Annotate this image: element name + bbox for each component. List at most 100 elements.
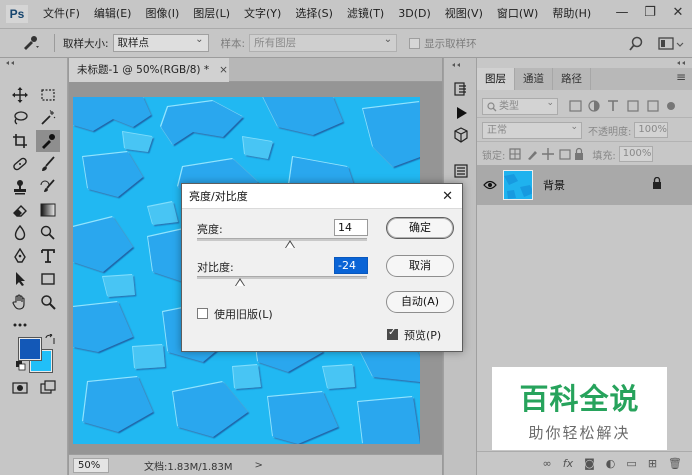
healing-brush-tool[interactable] [8, 153, 32, 175]
menu-edit[interactable]: 编辑(E) [87, 0, 139, 28]
gradient-tool[interactable] [36, 199, 60, 221]
new-layer-icon[interactable]: ⊞ [648, 457, 657, 470]
menu-select[interactable]: 选择(S) [288, 0, 340, 28]
history-icon [454, 82, 466, 96]
quick-mask-button[interactable] [8, 377, 32, 399]
toolbox-collapse-arrows[interactable] [4, 60, 64, 66]
rectangle-shape-icon [41, 273, 55, 285]
path-selection-tool[interactable] [8, 268, 32, 290]
tab-layers[interactable]: 图层 [477, 68, 515, 90]
auto-button[interactable]: 自动(A) [386, 291, 454, 313]
history-panel-button[interactable] [450, 78, 472, 100]
workspace-switcher-icon[interactable] [658, 36, 684, 52]
cancel-button[interactable]: 取消 [386, 255, 454, 277]
delete-layer-icon[interactable]: 🗑 [668, 457, 682, 470]
contrast-slider-track[interactable] [197, 276, 367, 279]
layer-row[interactable]: 背景 [477, 165, 692, 205]
menu-image[interactable]: 图像(I) [138, 0, 186, 28]
brush-icon [42, 156, 55, 171]
menu-file[interactable]: 文件(F) [36, 0, 87, 28]
opacity-field[interactable]: 100% [634, 122, 669, 138]
dialog-title-bar[interactable]: 亮度/对比度 ✕ [182, 184, 462, 209]
dodge-tool[interactable] [36, 222, 60, 244]
shape-tool[interactable] [36, 268, 60, 290]
add-mask-icon[interactable]: ◙ [584, 457, 595, 470]
swap-colors-icon[interactable] [44, 334, 56, 346]
close-window-button[interactable]: ✕ [664, 0, 692, 28]
minimize-button[interactable]: — [608, 0, 636, 28]
fill-field[interactable]: 100% [618, 146, 653, 162]
hand-tool[interactable] [8, 291, 32, 313]
layer-filter-icons[interactable] [568, 99, 678, 113]
close-document-icon[interactable]: × [219, 64, 228, 76]
link-layers-icon[interactable]: ∞ [543, 457, 552, 470]
watermark-subtitle: 助你轻松解决 [528, 424, 631, 442]
blur-tool[interactable] [8, 222, 32, 244]
panel-menu-icon[interactable]: ≡ [676, 70, 686, 84]
clone-stamp-tool[interactable] [8, 176, 32, 198]
menu-filter[interactable]: 滤镜(T) [340, 0, 391, 28]
document-tab[interactable]: 未标题-1 @ 50%(RGB/8) * × [69, 58, 229, 82]
sample-select[interactable]: 所有图层 [249, 32, 398, 52]
menu-3d[interactable]: 3D(D) [391, 0, 438, 28]
zoom-tool[interactable] [36, 291, 60, 313]
tab-paths[interactable]: 路径 [553, 68, 591, 90]
contrast-input[interactable]: -24 [334, 257, 368, 274]
default-colors-icon[interactable] [16, 361, 26, 371]
edit-toolbar-button[interactable] [8, 314, 32, 336]
new-group-icon[interactable]: ▭ [626, 457, 636, 470]
menu-help[interactable]: 帮助(H) [545, 0, 598, 28]
lasso-tool[interactable] [8, 107, 32, 129]
marquee-tool[interactable] [36, 84, 60, 106]
menu-window[interactable]: 窗口(W) [490, 0, 545, 28]
magic-wand-tool[interactable] [36, 107, 60, 129]
brightness-slider-thumb[interactable] [285, 240, 295, 248]
use-legacy-label[interactable]: 使用旧版(L) [214, 306, 273, 322]
strip-collapse-arrows[interactable] [450, 62, 472, 68]
lock-options-icons[interactable] [508, 147, 586, 161]
properties-panel-button[interactable] [450, 160, 472, 182]
maximize-button[interactable]: ❐ [636, 0, 664, 28]
menu-type[interactable]: 文字(Y) [237, 0, 288, 28]
3d-panel-button[interactable] [450, 124, 472, 146]
layer-filter-select[interactable]: 类型 [482, 96, 558, 115]
brightness-input[interactable]: 14 [334, 219, 368, 236]
blend-mode-select[interactable]: 正常 [482, 120, 582, 139]
show-sampling-ring-checkbox[interactable] [409, 37, 421, 49]
eraser-tool[interactable] [8, 199, 32, 221]
search-icon[interactable] [628, 36, 644, 52]
ok-button[interactable]: 确定 [386, 217, 454, 239]
menu-layer[interactable]: 图层(L) [186, 0, 237, 28]
pen-tool[interactable] [8, 245, 32, 267]
visibility-eye-icon[interactable] [483, 180, 497, 190]
brush-tool[interactable] [36, 153, 60, 175]
use-legacy-checkbox[interactable] [197, 308, 208, 319]
brightness-slider-track[interactable] [197, 238, 367, 241]
type-tool[interactable] [36, 245, 60, 267]
sample-size-select[interactable]: 取样点 [112, 32, 209, 52]
more-tools-icon [13, 323, 27, 327]
crop-tool[interactable] [8, 130, 32, 152]
dialog-close-button[interactable]: ✕ [442, 184, 453, 209]
tab-channels[interactable]: 通道 [515, 68, 553, 90]
preview-checkbox[interactable] [387, 327, 398, 340]
fx-icon[interactable]: fx [563, 457, 573, 470]
actions-panel-button[interactable] [450, 102, 472, 124]
tool-preset-picker[interactable] [16, 32, 46, 54]
preview-label[interactable]: 预览(P) [404, 327, 441, 343]
fill-label: 填充: [592, 150, 616, 162]
screen-mode-button[interactable] [36, 377, 60, 399]
stamp-icon [14, 180, 26, 195]
panel-collapse-arrows[interactable] [676, 60, 686, 66]
menu-view[interactable]: 视图(V) [438, 0, 490, 28]
document-size-info: 文档:1.83M/1.83M [144, 461, 233, 473]
eyedropper-tool[interactable] [36, 130, 60, 152]
zoom-level-field[interactable]: 50% [73, 457, 109, 473]
layer-name[interactable]: 背景 [543, 177, 565, 193]
adjustment-layer-icon[interactable]: ◐ [606, 457, 616, 470]
status-menu-arrow[interactable]: > [255, 460, 263, 471]
history-brush-tool[interactable] [36, 176, 60, 198]
foreground-color-swatch[interactable] [18, 337, 42, 361]
move-tool[interactable] [8, 84, 32, 106]
contrast-slider-thumb[interactable] [235, 278, 245, 286]
